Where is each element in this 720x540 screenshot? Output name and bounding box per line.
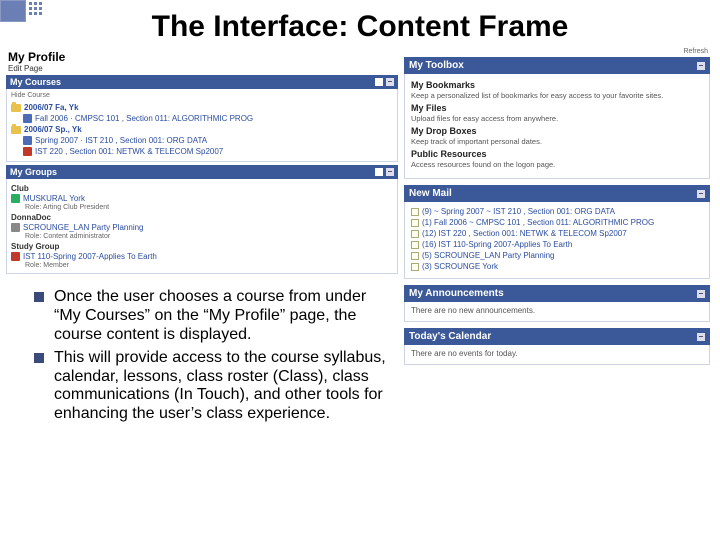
group-icon <box>11 223 20 232</box>
group-role: Role: Content administrator <box>11 233 393 240</box>
edit-page-link[interactable]: Edit Page <box>8 64 396 73</box>
toolbox-desc: Upload files for easy access from anywhe… <box>411 114 703 123</box>
folder-icon <box>11 126 21 134</box>
new-mail-bar: New Mail – <box>404 185 710 202</box>
toolbox-section[interactable]: My Files <box>411 103 703 113</box>
my-toolbox-bar: My Toolbox – <box>404 57 710 74</box>
mail-item[interactable]: (9) ~ Spring 2007 ~ IST 210 , Section 00… <box>422 207 615 216</box>
mail-item[interactable]: (16) IST 110-Spring 2007-Applies To Eart… <box>422 240 572 249</box>
bullet-marker <box>34 353 44 363</box>
mail-icon <box>411 241 419 249</box>
bullet-list: Once the user chooses a course from unde… <box>34 288 394 424</box>
my-courses-bar: My Courses – <box>6 75 398 89</box>
toolbox-desc: Keep a personalized list of bookmarks fo… <box>411 91 703 100</box>
semester-item[interactable]: 2006/07 Fa, Yk <box>24 103 79 112</box>
toolbox-desc: Keep track of important personal dates. <box>411 137 703 146</box>
course-icon <box>23 136 32 145</box>
toolbox-desc: Access resources found on the logon page… <box>411 160 703 169</box>
mail-item[interactable]: (1) Fall 2006 ~ CMPSC 101 , Section 011:… <box>422 218 654 227</box>
mail-item[interactable]: (5) SCROUNGE_LAN Party Planning <box>422 251 555 260</box>
group-category: Club <box>11 184 393 193</box>
course-link[interactable]: IST 220 , Section 001: NETWK & TELECOM S… <box>35 147 223 156</box>
toolbox-section[interactable]: My Drop Boxes <box>411 126 703 136</box>
mail-item[interactable]: (12) IST 220 , Section 001: NETWK & TELE… <box>422 229 627 238</box>
panel-action-icon[interactable] <box>375 78 383 86</box>
group-category: Study Group <box>11 242 393 251</box>
hide-course-hint[interactable]: Hide Course <box>11 92 393 99</box>
folder-icon <box>11 104 21 112</box>
bullet-text: Once the user chooses a course from unde… <box>54 288 394 345</box>
slide-title: The Interface: Content Frame <box>0 0 720 48</box>
mail-item[interactable]: (3) SCROUNGE York <box>422 262 498 271</box>
group-role: Role: Member <box>11 262 393 269</box>
group-link[interactable]: MUSKURAL York <box>23 194 85 203</box>
my-announcements-label: My Announcements <box>409 288 504 299</box>
group-icon <box>11 252 20 261</box>
mail-icon <box>411 230 419 238</box>
profile-heading: My Profile <box>8 50 65 64</box>
group-link[interactable]: IST 110-Spring 2007-Applies To Earth <box>23 252 157 261</box>
toolbox-section[interactable]: Public Resources <box>411 149 703 159</box>
panel-action-icon[interactable] <box>375 168 383 176</box>
group-category: DonnaDoc <box>11 213 393 222</box>
bullet-text: This will provide access to the course s… <box>54 349 394 425</box>
group-link[interactable]: SCROUNGE_LAN Party Planning <box>23 223 144 232</box>
calendar-body: There are no events for today. <box>411 349 703 358</box>
my-toolbox-label: My Toolbox <box>409 60 464 71</box>
toolbox-section[interactable]: My Bookmarks <box>411 80 703 90</box>
announcements-body: There are no new announcements. <box>411 306 703 315</box>
refresh-link[interactable]: Refresh <box>683 48 708 55</box>
slide-corner-decoration <box>0 0 42 22</box>
semester-item[interactable]: 2006/07 Sp., Yk <box>24 125 82 134</box>
new-mail-label: New Mail <box>409 188 452 199</box>
course-icon <box>23 114 32 123</box>
panel-collapse-icon[interactable]: – <box>697 190 705 198</box>
my-courses-label: My Courses <box>10 77 61 87</box>
mail-icon <box>411 208 419 216</box>
panel-collapse-icon[interactable]: – <box>697 290 705 298</box>
course-link[interactable]: Fall 2006 · CMPSC 101 , Section 011: ALG… <box>35 114 253 123</box>
bullet-marker <box>34 292 44 302</box>
today-calendar-label: Today's Calendar <box>409 331 491 342</box>
panel-collapse-icon[interactable]: – <box>697 62 705 70</box>
mail-icon <box>411 219 419 227</box>
my-groups-label: My Groups <box>10 167 57 177</box>
mail-icon <box>411 263 419 271</box>
panel-collapse-icon[interactable]: – <box>386 168 394 176</box>
group-role: Role: Arting Club President <box>11 204 393 211</box>
group-icon <box>11 194 20 203</box>
mail-icon <box>411 252 419 260</box>
today-calendar-bar: Today's Calendar – <box>404 328 710 345</box>
my-groups-bar: My Groups – <box>6 165 398 179</box>
my-announcements-bar: My Announcements – <box>404 285 710 302</box>
panel-collapse-icon[interactable]: – <box>697 333 705 341</box>
panel-collapse-icon[interactable]: – <box>386 78 394 86</box>
course-icon <box>23 147 32 156</box>
course-link[interactable]: Spring 2007 · IST 210 , Section 001: ORG… <box>35 136 207 145</box>
